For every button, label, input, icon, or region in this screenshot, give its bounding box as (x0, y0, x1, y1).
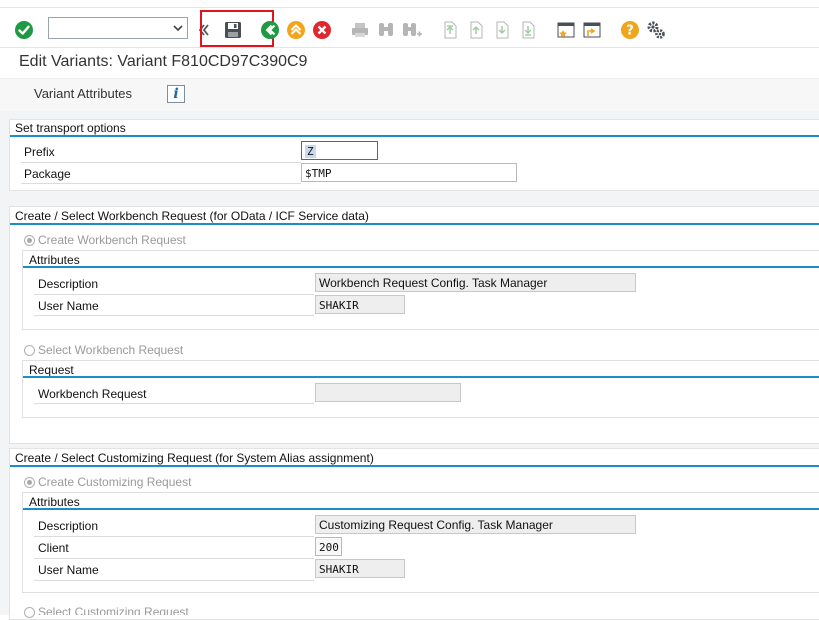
create-customizing-request-label[interactable]: Create Customizing Request (38, 475, 191, 489)
info-icon[interactable]: i (167, 85, 185, 103)
row-divider (21, 183, 301, 184)
workbench-request-input (315, 383, 461, 402)
row-divider (34, 315, 314, 316)
create-session-icon[interactable] (555, 19, 577, 41)
workbench-section-title: Create / Select Workbench Request (for O… (15, 209, 369, 223)
create-customizing-request-radio[interactable] (24, 477, 35, 488)
customizing-username-label: User Name (38, 563, 99, 577)
customizing-description-value: Customizing Request Config. Task Manager (319, 518, 553, 532)
page-title: Edit Variants: Variant F810CD97C390C9 (19, 53, 308, 70)
command-field[interactable] (48, 17, 188, 39)
workbench-attributes-title: Attributes (29, 253, 80, 267)
customizing-username-field: SHAKIR (315, 559, 405, 578)
package-input[interactable]: $TMP (301, 163, 517, 182)
select-customizing-request-label[interactable]: Select Customizing Request (38, 605, 189, 615)
transport-section-title: Set transport options (15, 121, 126, 135)
help-icon[interactable]: ? (619, 19, 641, 41)
section-divider (10, 135, 819, 137)
row-divider (34, 558, 314, 559)
select-customizing-request-radio[interactable] (24, 607, 35, 618)
prefix-input[interactable]: Z (301, 141, 378, 160)
variant-attributes-button[interactable]: Variant Attributes (34, 86, 132, 101)
row-divider (34, 403, 314, 404)
enter-icon[interactable] (13, 19, 35, 41)
section-divider (10, 465, 819, 467)
customizing-client-label: Client (38, 541, 69, 555)
group-divider (23, 266, 819, 268)
package-value: $TMP (305, 167, 332, 180)
package-label: Package (24, 167, 71, 181)
workbench-username-value: SHAKIR (319, 299, 359, 312)
workbench-description-value: Workbench Request Config. Task Manager (319, 276, 548, 290)
svg-text:?: ? (626, 24, 634, 39)
create-workbench-request-radio[interactable] (24, 235, 35, 246)
print-icon (349, 19, 371, 41)
create-workbench-request-label[interactable]: Create Workbench Request (38, 233, 186, 247)
row-divider (21, 162, 301, 163)
chevron-down-icon[interactable] (172, 21, 184, 38)
section-divider (10, 223, 819, 225)
first-page-icon (439, 19, 461, 41)
workbench-description-field: Workbench Request Config. Task Manager (315, 273, 636, 292)
exit-icon[interactable] (285, 19, 307, 41)
workbench-request-label: Workbench Request (38, 387, 147, 401)
select-workbench-request-radio[interactable] (24, 345, 35, 356)
customizing-description-field: Customizing Request Config. Task Manager (315, 515, 636, 534)
cancel-icon[interactable] (311, 19, 333, 41)
select-workbench-request-label[interactable]: Select Workbench Request (38, 343, 183, 357)
group-divider (23, 508, 819, 510)
row-divider (34, 536, 314, 537)
previous-page-icon (465, 19, 487, 41)
find-icon (375, 19, 397, 41)
workbench-username-label: User Name (38, 299, 99, 313)
customize-layout-icon[interactable] (645, 19, 667, 41)
customizing-attributes-title: Attributes (29, 495, 80, 509)
customizing-description-label: Description (38, 519, 99, 533)
customizing-username-value: SHAKIR (319, 563, 359, 576)
next-page-icon (491, 19, 513, 41)
last-page-icon (517, 19, 539, 41)
customizing-client-value: 200 (319, 541, 339, 554)
back-icon[interactable] (259, 19, 281, 41)
prefix-value: Z (305, 145, 316, 158)
customizing-client-field: 200 (315, 537, 342, 556)
row-divider (34, 580, 314, 581)
shortcut-icon[interactable] (581, 19, 603, 41)
workbench-request-group-title: Request (29, 363, 74, 377)
group-divider (23, 376, 819, 378)
prefix-label: Prefix (24, 145, 55, 159)
customizing-section-title: Create / Select Customizing Request (for… (15, 451, 374, 465)
workbench-description-label: Description (38, 277, 99, 291)
info-glyph: i (173, 86, 179, 102)
toolbar-bottom-divider (0, 47, 819, 48)
find-next-icon (401, 19, 423, 41)
toolbar-top-divider (0, 7, 819, 8)
row-divider (34, 294, 314, 295)
workbench-username-field: SHAKIR (315, 295, 405, 314)
